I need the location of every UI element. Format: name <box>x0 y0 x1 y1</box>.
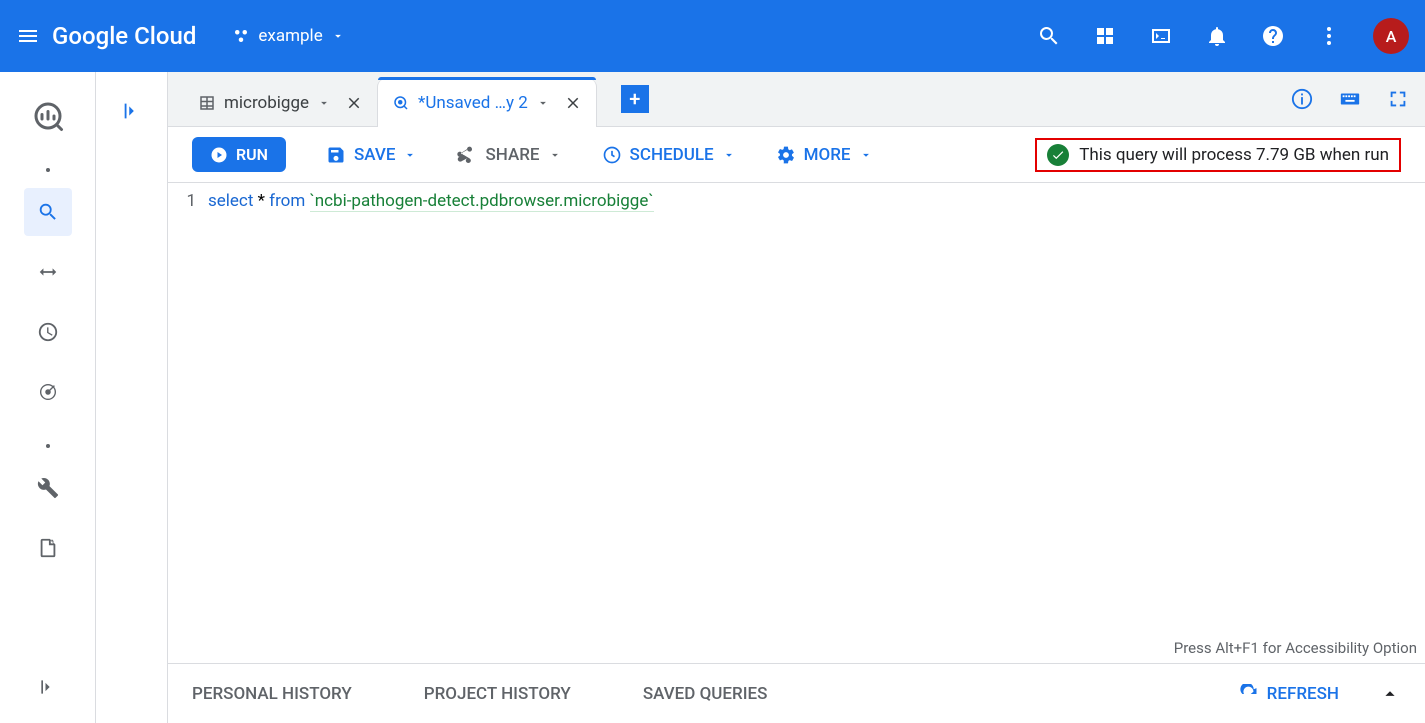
chevron-down-icon[interactable] <box>317 96 331 110</box>
menu-icon[interactable] <box>16 24 40 48</box>
gear-icon <box>776 145 796 165</box>
query-icon <box>392 94 410 112</box>
explorer-toggle[interactable] <box>96 72 168 723</box>
tab-saved-queries[interactable]: SAVED QUERIES <box>643 684 768 704</box>
document-icon <box>37 537 59 559</box>
sidebar-item-settings[interactable] <box>24 464 72 512</box>
share-label: SHARE <box>485 145 539 165</box>
add-tab-button[interactable]: + <box>621 85 649 113</box>
save-label: SAVE <box>354 145 395 165</box>
schedule-label: SCHEDULE <box>630 145 714 165</box>
search-icon[interactable] <box>1037 24 1061 48</box>
close-tab-button[interactable] <box>564 94 582 112</box>
query-status: This query will process 7.79 GB when run <box>1035 138 1401 172</box>
chevron-down-icon <box>331 29 345 43</box>
close-tab-button[interactable] <box>345 94 363 112</box>
fullscreen-icon[interactable] <box>1387 88 1409 110</box>
toolbar: RUN SAVE SHARE SCHEDULE MORE <box>168 127 1425 183</box>
tab-label: *Unsaved …y 2 <box>418 93 528 113</box>
line-number: 1 <box>168 191 208 663</box>
refresh-icon <box>1239 684 1259 704</box>
project-name: example <box>258 26 322 46</box>
wrench-icon <box>37 477 59 499</box>
top-header: Google Cloud example A <box>0 0 1425 72</box>
chevron-down-icon <box>859 148 873 162</box>
schedule-button[interactable]: SCHEDULE <box>602 145 736 165</box>
code-line[interactable]: select * from `ncbi-pathogen-detect.pdbr… <box>208 191 1425 663</box>
chevron-down-icon <box>722 148 736 162</box>
logo-text: Google Cloud <box>52 22 196 50</box>
transfer-icon <box>37 261 59 283</box>
refresh-button[interactable]: REFRESH <box>1239 684 1339 704</box>
sidebar-item-overview[interactable] <box>24 92 72 140</box>
save-icon <box>326 145 346 165</box>
sql-editor[interactable]: 1 select * from `ncbi-pathogen-detect.pd… <box>168 183 1425 663</box>
logo[interactable]: Google Cloud <box>52 22 196 50</box>
run-button[interactable]: RUN <box>192 137 286 172</box>
more-button[interactable]: MORE <box>776 145 873 165</box>
share-button[interactable]: SHARE <box>457 145 561 165</box>
sidebar-divider <box>46 168 50 172</box>
gift-icon[interactable] <box>1093 24 1117 48</box>
info-icon[interactable] <box>1291 88 1313 110</box>
target-icon <box>37 381 59 403</box>
tab-microbigge[interactable]: microbigge <box>184 79 377 127</box>
tab-project-history[interactable]: PROJECT HISTORY <box>424 684 571 704</box>
check-icon <box>1047 144 1069 166</box>
cloud-shell-icon[interactable] <box>1149 24 1173 48</box>
project-selector[interactable]: example <box>232 26 344 46</box>
sidebar-item-scheduled[interactable] <box>24 308 72 356</box>
chevron-down-icon <box>403 148 417 162</box>
sidebar-divider <box>46 444 50 448</box>
play-icon <box>210 146 228 164</box>
table-icon <box>198 94 216 112</box>
chevron-down-icon <box>548 148 562 162</box>
tabs: microbigge *Unsaved …y 2 + <box>168 72 1425 127</box>
chevron-up-icon[interactable] <box>1379 683 1401 705</box>
accessibility-hint: Press Alt+F1 for Accessibility Option <box>1174 639 1417 657</box>
avatar[interactable]: A <box>1373 18 1409 54</box>
sidebar-item-query[interactable] <box>24 188 72 236</box>
more-vert-icon[interactable] <box>1317 24 1341 48</box>
analytics-icon <box>30 98 66 134</box>
status-text: This query will process 7.79 GB when run <box>1079 145 1389 165</box>
avatar-letter: A <box>1386 27 1397 46</box>
chevron-down-icon[interactable] <box>536 96 550 110</box>
refresh-label: REFRESH <box>1267 684 1339 704</box>
sidebar-collapse[interactable] <box>24 663 72 711</box>
keyboard-icon[interactable] <box>1337 88 1363 110</box>
help-icon[interactable] <box>1261 24 1285 48</box>
sidebar-item-reservations[interactable] <box>24 368 72 416</box>
sidebar <box>0 72 96 723</box>
clock-icon <box>37 321 59 343</box>
collapse-icon <box>38 677 58 697</box>
sidebar-item-transfers[interactable] <box>24 248 72 296</box>
project-icon <box>232 27 250 45</box>
expand-icon <box>121 100 143 122</box>
tab-label: microbigge <box>224 93 309 113</box>
search-icon <box>37 201 59 223</box>
share-icon <box>457 145 477 165</box>
bell-icon[interactable] <box>1205 24 1229 48</box>
tab-personal-history[interactable]: PERSONAL HISTORY <box>192 684 352 704</box>
sidebar-item-resources[interactable] <box>24 524 72 572</box>
run-label: RUN <box>236 145 268 164</box>
tab-unsaved-query[interactable]: *Unsaved …y 2 <box>377 79 597 127</box>
clock-icon <box>602 145 622 165</box>
bottom-bar: PERSONAL HISTORY PROJECT HISTORY SAVED Q… <box>168 663 1425 723</box>
more-label: MORE <box>804 145 851 165</box>
save-button[interactable]: SAVE <box>326 145 417 165</box>
